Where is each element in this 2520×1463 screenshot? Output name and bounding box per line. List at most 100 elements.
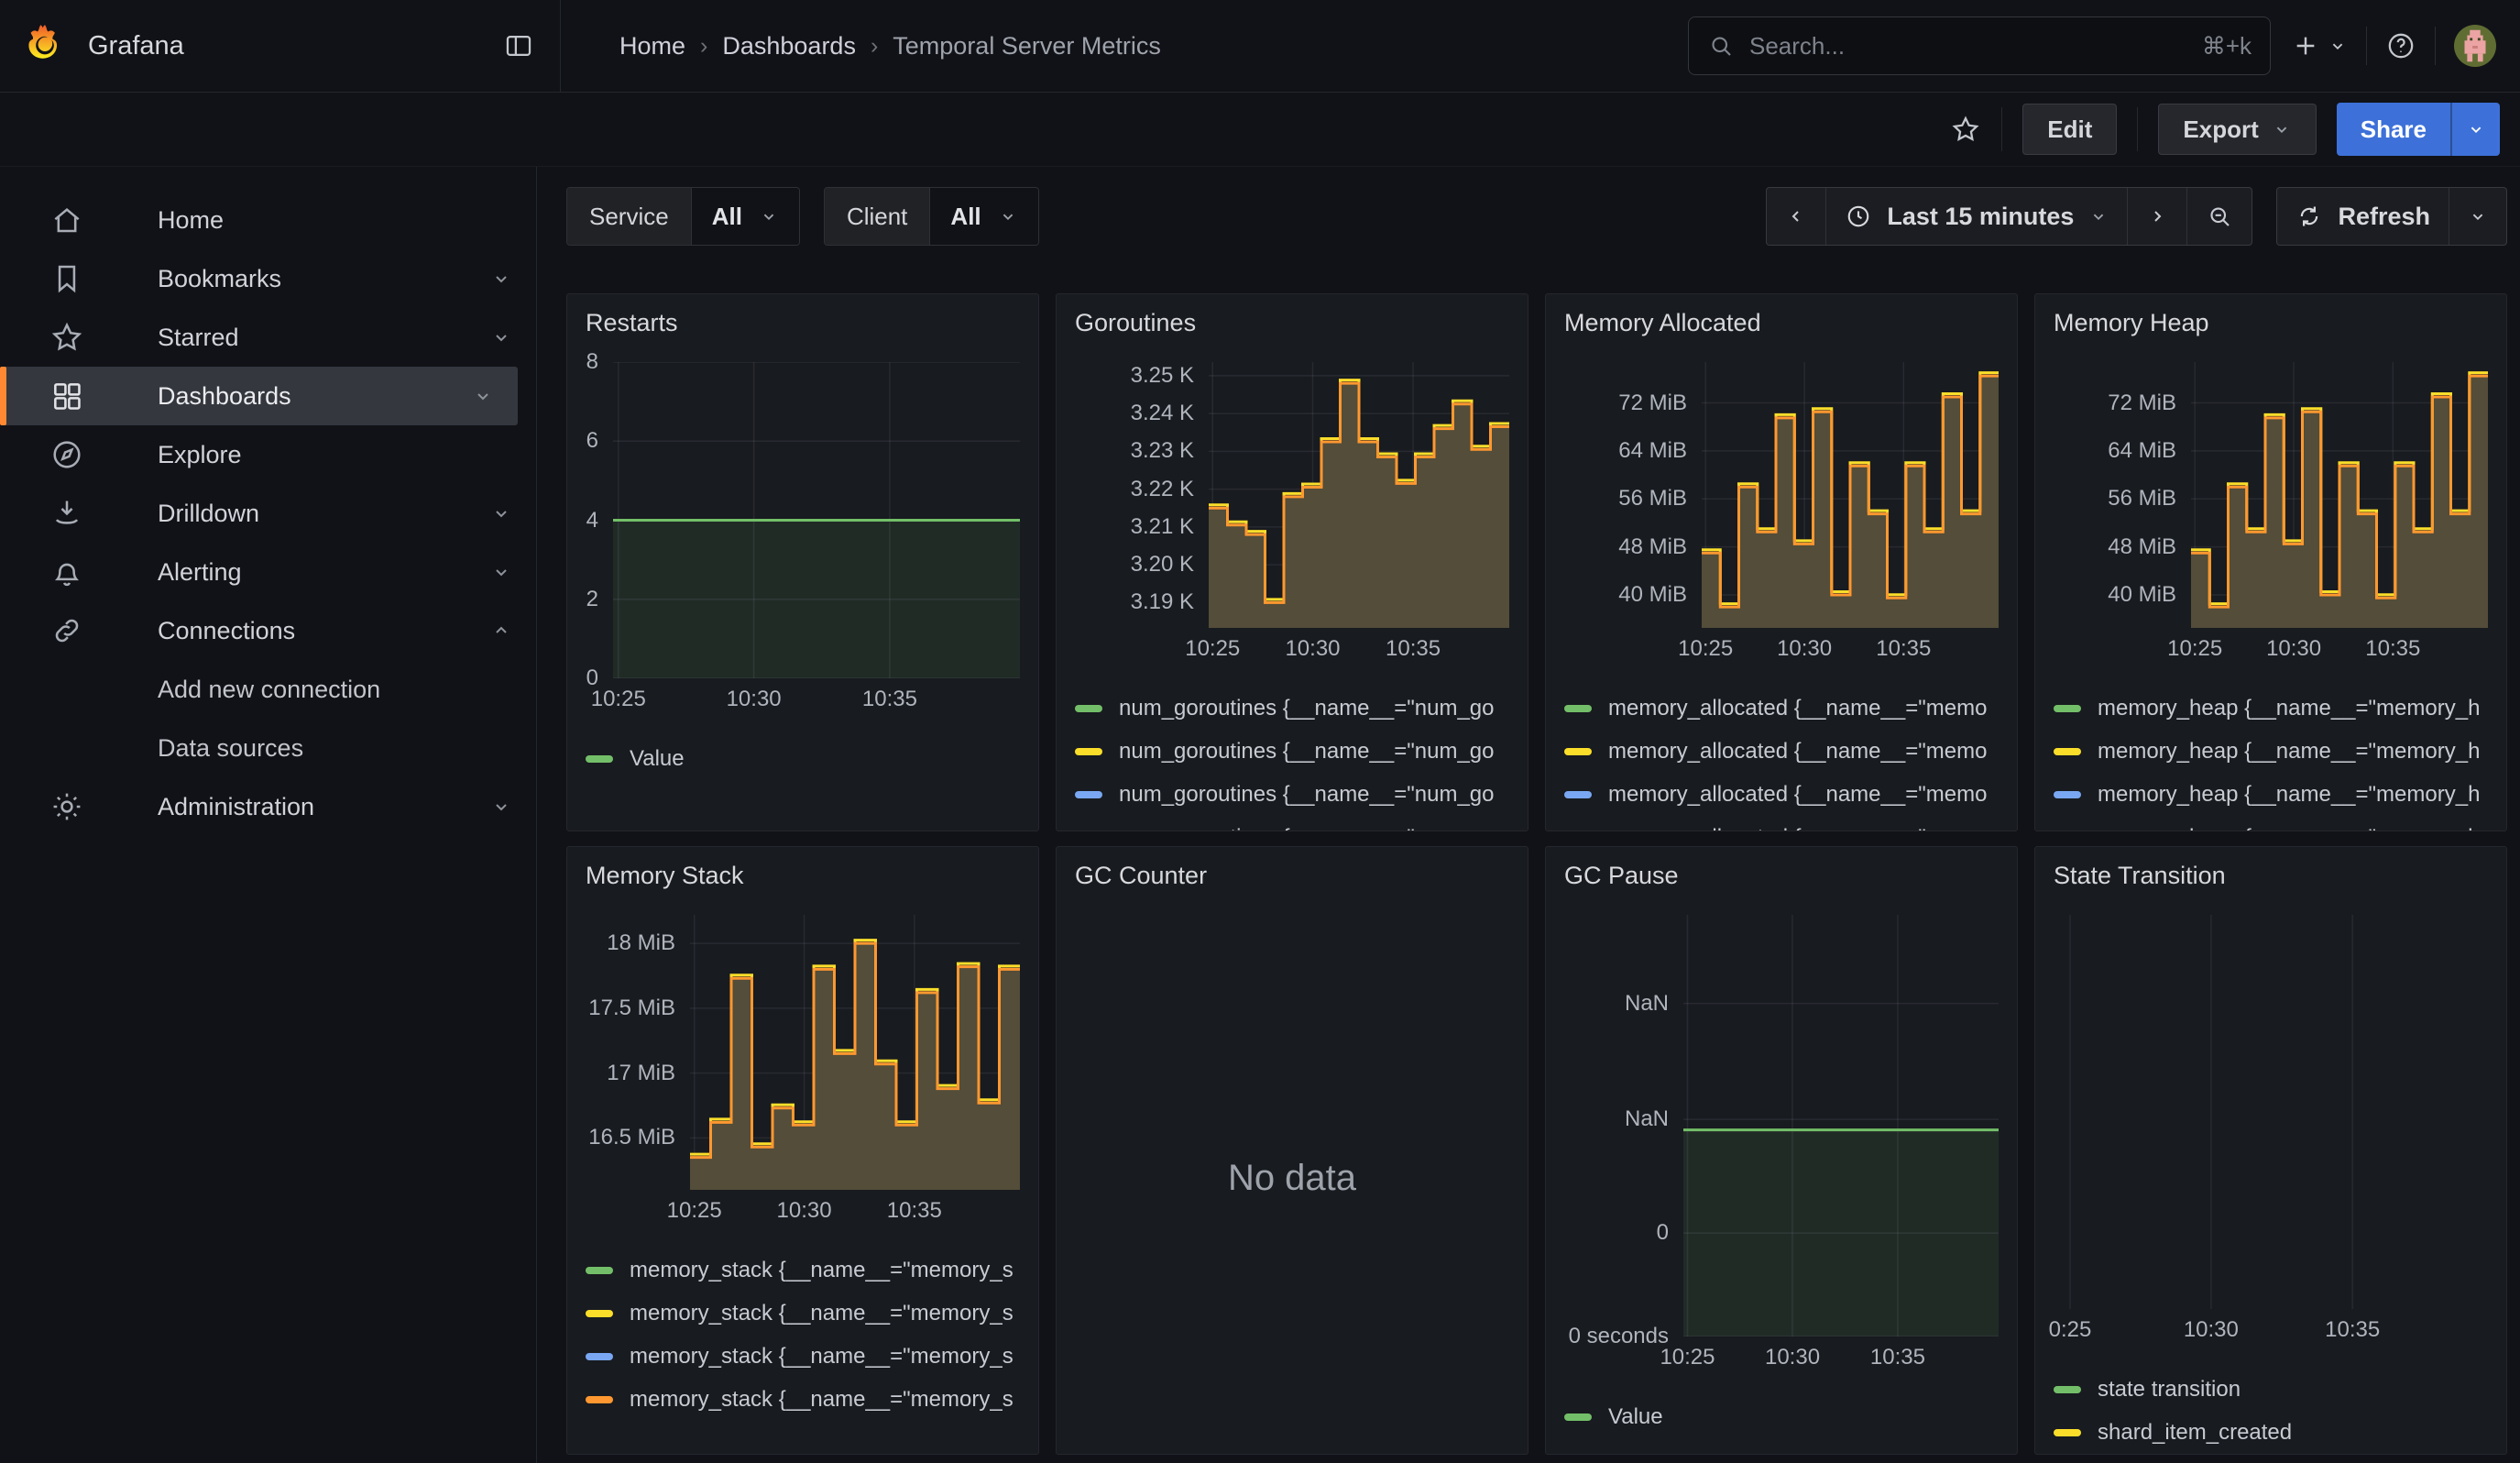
- legend-label: memory_allocated {__name__="memo: [1608, 696, 1987, 721]
- legend-item[interactable]: memory_stack {__name__="memory_s: [586, 1378, 1020, 1421]
- share-menu-button[interactable]: [2450, 103, 2500, 156]
- sidebar-item-label: Dashboards: [158, 382, 291, 411]
- legend-label: num_goroutines {__name__="num_go: [1119, 739, 1495, 764]
- legend-item[interactable]: num_goroutines {__name__="num_go: [1075, 730, 1509, 773]
- panel-title[interactable]: GC Counter: [1075, 860, 1509, 891]
- plot-area[interactable]: [690, 915, 1020, 1190]
- legend-item[interactable]: memory_allocated {__name__="memo: [1564, 687, 1999, 730]
- client-value: All: [950, 203, 981, 231]
- panel-gc-counter: GC Counter No data: [1056, 846, 1528, 1455]
- refresh-interval-button[interactable]: [2449, 188, 2506, 245]
- breadcrumb-dashboards[interactable]: Dashboards: [722, 32, 856, 60]
- legend-item[interactable]: memory_allocated {__name__="memo: [1564, 816, 1999, 831]
- legend-label: num_goroutines {__name__="num_go: [1119, 782, 1495, 808]
- sidebar-item-administration[interactable]: Administration: [0, 777, 536, 836]
- legend-item[interactable]: shard_item_created: [2054, 1411, 2488, 1454]
- chevron-down-icon[interactable]: [490, 502, 512, 524]
- sidebar-subitem-label: Add new connection: [158, 676, 380, 704]
- chevron-up-icon[interactable]: [490, 620, 512, 642]
- chevron-down-icon[interactable]: [472, 385, 494, 407]
- time-shift-back-button[interactable]: [1767, 188, 1825, 245]
- search-input[interactable]: Search... ⌘+k: [1688, 16, 2271, 75]
- series-color-dash: [2054, 791, 2081, 798]
- legend-item[interactable]: state transition: [2054, 1368, 2488, 1411]
- legend-item[interactable]: num_goroutines {__name__="num_go: [1075, 816, 1509, 831]
- help-icon[interactable]: [2385, 30, 2416, 61]
- client-variable-dropdown[interactable]: Client All: [824, 187, 1039, 246]
- x-axis-labels: 10:2510:3010:35: [1702, 635, 1999, 666]
- avatar[interactable]: [2454, 25, 2496, 67]
- chevron-down-icon[interactable]: [490, 268, 512, 290]
- legend-item[interactable]: Value: [1564, 1395, 1999, 1438]
- sidebar-item-data-sources[interactable]: Data sources: [0, 719, 536, 777]
- panel-title[interactable]: GC Pause: [1564, 860, 1999, 891]
- grafana-logo[interactable]: [24, 24, 66, 68]
- legend-item[interactable]: num_goroutines {__name__="num_go: [1075, 687, 1509, 730]
- service-variable-dropdown[interactable]: Service All: [566, 187, 800, 246]
- legend-item[interactable]: memory_stack {__name__="memory_s: [586, 1248, 1020, 1292]
- sidebar-item-alerting[interactable]: Alerting: [0, 543, 536, 601]
- favorite-star-icon[interactable]: [1950, 114, 1981, 145]
- panel-title[interactable]: Goroutines: [1075, 307, 1509, 338]
- panel-title[interactable]: Memory Heap: [2054, 307, 2488, 338]
- sidebar-item-starred[interactable]: Starred: [0, 308, 536, 367]
- sidebar-item-dashboards[interactable]: Dashboards: [0, 367, 518, 425]
- breadcrumb-home[interactable]: Home: [619, 32, 685, 60]
- plot-area[interactable]: [1702, 362, 1999, 628]
- sidebar-item-explore[interactable]: Explore: [0, 425, 536, 484]
- legend-label: memory_heap {__name__="memory_h: [2098, 825, 2480, 832]
- filter-bar: Service All Client All: [566, 187, 2507, 246]
- legend-item[interactable]: memory_heap {__name__="memory_h: [2054, 730, 2488, 773]
- legend-item[interactable]: memory_allocated {__name__="memo: [1564, 773, 1999, 816]
- plot-area[interactable]: [2191, 362, 2488, 628]
- panel-title[interactable]: Memory Allocated: [1564, 307, 1999, 338]
- legend-item[interactable]: memory_stack {__name__="memory_s: [586, 1292, 1020, 1335]
- time-shift-forward-button[interactable]: [2127, 188, 2186, 245]
- export-button[interactable]: Export: [2158, 104, 2316, 155]
- legend-label: memory_allocated {__name__="memo: [1608, 782, 1987, 808]
- top-bar: Grafana Home › Dashboards › Temporal Ser…: [0, 0, 2520, 93]
- gear-icon: [49, 789, 92, 824]
- legend-item[interactable]: Value: [586, 737, 1020, 780]
- sidebar-item-add-new-connection[interactable]: Add new connection: [0, 660, 536, 719]
- chevron-down-icon: [2088, 206, 2109, 226]
- panel-title[interactable]: Restarts: [586, 307, 1020, 338]
- legend-item[interactable]: num_goroutines {__name__="num_go: [1075, 773, 1509, 816]
- chevron-down-icon[interactable]: [490, 796, 512, 818]
- sidebar-item-bookmarks[interactable]: Bookmarks: [0, 249, 536, 308]
- sidebar-item-drilldown[interactable]: Drilldown: [0, 484, 536, 543]
- chevron-down-icon[interactable]: [490, 326, 512, 348]
- share-button[interactable]: Share: [2337, 103, 2450, 156]
- legend-item[interactable]: memory_heap {__name__="memory_h: [2054, 773, 2488, 816]
- chevron-down-icon[interactable]: [490, 561, 512, 583]
- y-axis-labels: 40 MiB48 MiB56 MiB64 MiB72 MiB: [1564, 362, 1702, 628]
- plot-area[interactable]: [613, 362, 1020, 678]
- refresh-button[interactable]: Refresh: [2277, 188, 2449, 245]
- panel-title[interactable]: State Transition: [2054, 860, 2488, 891]
- edit-button[interactable]: Edit: [2022, 104, 2117, 155]
- y-axis-labels: [2054, 915, 2065, 1309]
- legend-item[interactable]: memory_heap {__name__="memory_h: [2054, 816, 2488, 831]
- breadcrumb-current: Temporal Server Metrics: [893, 32, 1161, 60]
- legend-item[interactable]: memory_heap {__name__="memory_h: [2054, 687, 2488, 730]
- panel-title[interactable]: Memory Stack: [586, 860, 1020, 891]
- chart-memory-heap: 40 MiB48 MiB56 MiB64 MiB72 MiB 10:2510:3…: [2054, 362, 2488, 666]
- legend: state transition shard_item_created: [2054, 1368, 2488, 1454]
- sidebar-item-home[interactable]: Home: [0, 191, 536, 249]
- legend-label: shard_item_created: [2098, 1420, 2292, 1446]
- zoom-out-button[interactable]: [2186, 188, 2252, 245]
- plot-area[interactable]: [1683, 915, 1999, 1336]
- time-range-picker[interactable]: Last 15 minutes: [1825, 188, 2127, 245]
- sidebar-item-connections[interactable]: Connections: [0, 601, 536, 660]
- plot-area[interactable]: [2065, 915, 2488, 1309]
- legend-item[interactable]: memory_stack {__name__="memory_s: [586, 1335, 1020, 1378]
- sidebar-toggle-icon[interactable]: [503, 30, 534, 61]
- add-button[interactable]: [2291, 31, 2348, 60]
- legend-label: memory_stack {__name__="memory_s: [630, 1301, 1013, 1326]
- breadcrumb: Home › Dashboards › Temporal Server Metr…: [619, 32, 1161, 60]
- legend-item[interactable]: memory_allocated {__name__="memo: [1564, 730, 1999, 773]
- panel-memory-heap: Memory Heap 40 MiB48 MiB56 MiB64 MiB72 M…: [2034, 293, 2507, 831]
- export-label: Export: [2183, 116, 2258, 144]
- plot-area[interactable]: [1209, 362, 1509, 628]
- series-color-dash: [586, 1396, 613, 1403]
